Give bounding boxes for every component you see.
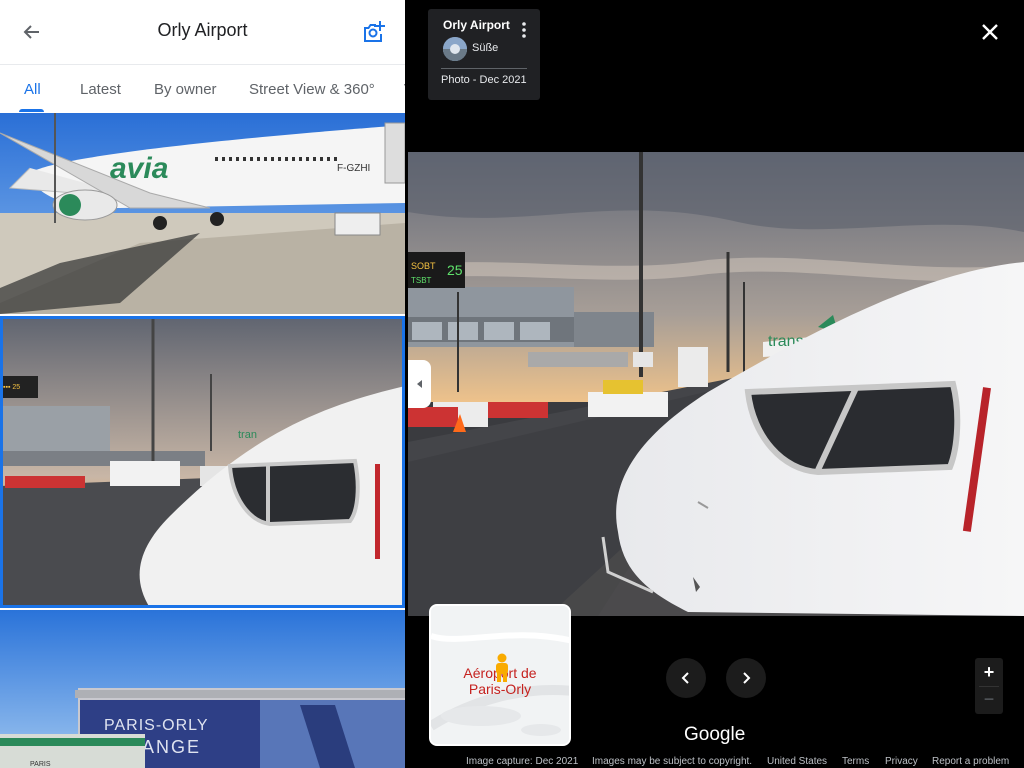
photo-viewer: Orly Airport Süße Photo - Dec 2021 SOBT … [408, 0, 1024, 768]
region-link[interactable]: United States [767, 756, 827, 767]
tab-by-owner[interactable]: By owner [154, 81, 217, 98]
vertical-dots-icon [522, 22, 526, 38]
photo-thumbnail-selected[interactable]: ▪▪▪ 25 tran [0, 316, 405, 608]
add-photo-button[interactable] [360, 18, 390, 48]
photo-thumbnail[interactable]: avia F-GZHI [0, 113, 405, 314]
avatar[interactable] [443, 37, 467, 61]
add-photo-icon [364, 21, 385, 42]
tab-street-view[interactable]: Street View & 360° [249, 81, 375, 98]
more-options-button[interactable] [518, 21, 530, 39]
small-sign-text: PARIS [30, 761, 51, 768]
brand-text: tran [238, 429, 257, 441]
info-title: Orly Airport [443, 18, 510, 32]
tab-videos[interactable]: V [404, 81, 405, 98]
image-capture-date: Image capture: Dec 2021 [466, 756, 579, 767]
registration-text: F-GZHI [337, 163, 370, 174]
board-label-2: TSBT [411, 276, 432, 285]
zoom-control: + − [975, 658, 1003, 714]
report-problem-link[interactable]: Report a problem [932, 756, 1009, 767]
tab-latest[interactable]: Latest [80, 81, 121, 98]
close-icon [982, 24, 998, 40]
collapse-panel-button[interactable] [408, 360, 431, 408]
filter-tabs: All Latest By owner Street View & 360° V [0, 64, 405, 113]
tab-all[interactable]: All [24, 81, 41, 98]
terms-link[interactable]: Terms [842, 756, 869, 767]
chevron-left-icon [681, 672, 689, 684]
board-label-1: SOBT [411, 261, 436, 271]
close-button[interactable] [978, 20, 1002, 44]
board-number: 25 [447, 262, 463, 278]
caret-left-icon [416, 380, 422, 388]
main-photo[interactable]: SOBT 25 TSBT trans [408, 152, 1024, 616]
divider [441, 68, 527, 69]
pegman-icon[interactable] [493, 653, 511, 683]
svg-text:▪▪▪ 25: ▪▪▪ 25 [3, 384, 20, 391]
google-logo: Google [684, 724, 746, 745]
app-root: Orly Airport All Latest By owner Street … [0, 0, 1024, 768]
photo-info-card: Orly Airport Süße Photo - Dec 2021 [428, 9, 540, 100]
panel-header: Orly Airport [0, 0, 405, 64]
photo-list-panel: Orly Airport All Latest By owner Street … [0, 0, 405, 768]
photo-thumbnail[interactable]: PARIS-ORLY ANGE PARIS [0, 610, 405, 768]
photo-date: Photo - Dec 2021 [441, 74, 527, 86]
page-title: Orly Airport [157, 20, 248, 40]
zoom-in-button[interactable]: + [975, 658, 1003, 686]
brand-text: avia [110, 152, 168, 185]
active-tab-indicator [19, 109, 44, 112]
minimap[interactable]: Aéroport de Paris-Orly [429, 604, 571, 746]
zoom-out-button[interactable]: − [975, 686, 1003, 714]
copyright-notice: Images may be subject to copyright. [592, 756, 753, 767]
chevron-right-icon [743, 672, 751, 684]
author-name[interactable]: Süße [472, 42, 498, 54]
banner-text-2: ANGE [142, 737, 201, 757]
previous-photo-button[interactable] [666, 658, 706, 698]
map-label-line-2: Paris-Orly [468, 681, 532, 697]
privacy-link[interactable]: Privacy [885, 756, 918, 767]
banner-text-1: PARIS-ORLY [104, 717, 209, 734]
next-photo-button[interactable] [726, 658, 766, 698]
